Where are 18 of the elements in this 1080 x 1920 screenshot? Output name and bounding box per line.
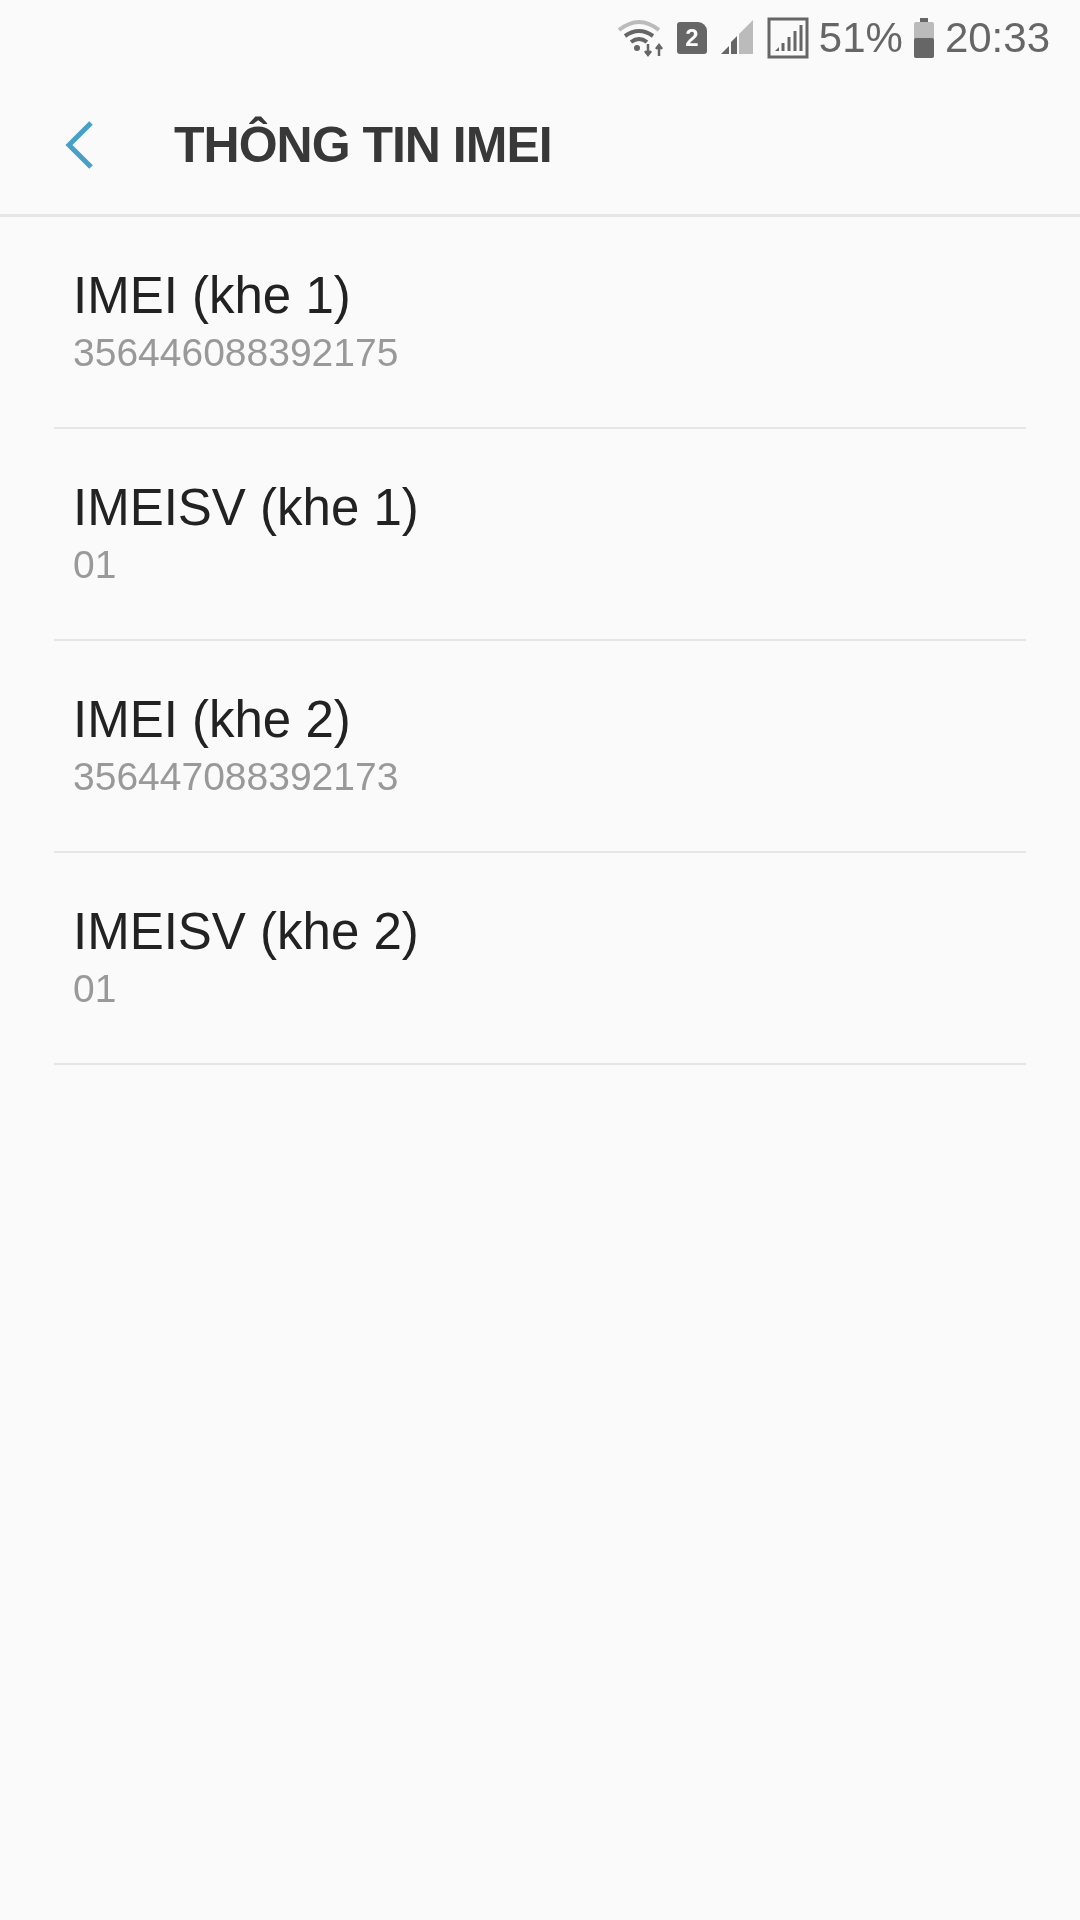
battery-percent: 51%: [818, 14, 903, 62]
item-title: IMEISV (khe 2): [73, 901, 420, 961]
item-title: IMEI (khe 1): [73, 265, 352, 325]
list-item[interactable]: IMEI (khe 1) 356446088392175: [54, 217, 1026, 429]
signal-icon: [766, 17, 809, 59]
item-value: 356446088392175: [73, 330, 400, 375]
item-title: IMEISV (khe 1): [73, 477, 420, 537]
item-value: 01: [73, 966, 118, 1011]
battery-icon: [912, 18, 935, 58]
list-item[interactable]: IMEISV (khe 2) 01: [54, 853, 1026, 1065]
list-item[interactable]: IMEISV (khe 1) 01: [54, 429, 1026, 641]
list-item[interactable]: IMEI (khe 2) 356447088392173: [54, 641, 1026, 853]
item-value: 01: [73, 542, 118, 587]
item-title: IMEI (khe 2): [73, 689, 352, 749]
clock-time: 20:33: [944, 14, 1050, 62]
sim-badge: 2: [676, 22, 707, 54]
item-value: 356447088392173: [73, 754, 400, 799]
page-title: THÔNG TIN IMEI: [174, 116, 552, 174]
